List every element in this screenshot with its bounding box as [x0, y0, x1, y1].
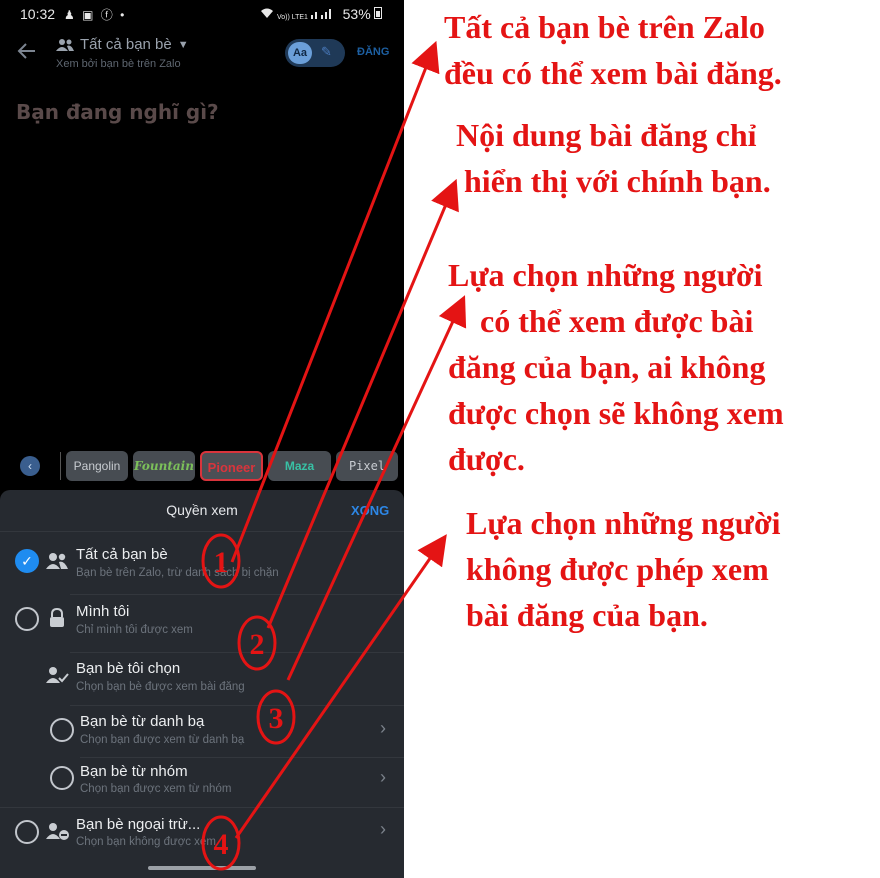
option-label: Bạn bè từ nhóm [80, 763, 188, 780]
signal-icon [311, 8, 338, 22]
font-chip-fountain[interactable]: Fountain [133, 451, 195, 481]
option-subtitle: Chọn bạn bè được xem bài đăng [76, 681, 245, 693]
option-label: Bạn bè từ danh bạ [80, 713, 205, 730]
option-selected-friends[interactable]: Bạn bè tôi chọn Chọn bạn bè được xem bài… [0, 656, 404, 704]
font-chip-maza[interactable]: Maza [268, 451, 331, 481]
post-header: Tất cả bạn bè ▼ Xem bởi bạn bè trên Zalo… [0, 30, 404, 76]
font-chip-pixel[interactable]: Pixel [336, 451, 398, 481]
divider [70, 705, 404, 706]
system-indicators: Vo)) LTE1 53% [260, 6, 382, 22]
lock-icon [48, 607, 70, 628]
annotation-3-text: Lựa chọn những người có thể xem được bài… [448, 257, 784, 477]
battery-level: 53% [342, 6, 371, 22]
radio-button[interactable] [15, 607, 39, 631]
divider [70, 594, 404, 595]
option-friends-from-groups[interactable]: Bạn bè từ nhóm Chọn bạn được xem từ nhóm… [0, 758, 404, 806]
option-subtitle: Chọn bạn được xem từ danh bạ [80, 734, 245, 746]
radio-button[interactable] [15, 820, 39, 844]
caret-down-icon: ▼ [177, 38, 189, 51]
status-bar: 10:32 ♟ ▣ ⓕ • Vo)) LTE1 53% [0, 0, 404, 30]
option-label: Tất cả bạn bè [76, 546, 168, 563]
audience-selector[interactable]: Tất cả bạn bè ▼ [56, 36, 189, 53]
audience-title: Tất cả bạn bè [80, 36, 172, 53]
user-check-icon [46, 666, 69, 686]
annotation-1-text: Tất cả bạn bè trên Zalo đều có thể xem b… [444, 9, 782, 91]
home-indicator [148, 866, 256, 870]
composer-placeholder[interactable]: Bạn đang nghĩ gì? [16, 100, 219, 124]
divider [70, 652, 404, 653]
option-all-friends[interactable]: ✓ Tất cả bạn bè Bạn bè trên Zalo, trừ da… [0, 540, 404, 592]
friends-icon [56, 38, 74, 52]
chevron-right-icon: › [380, 767, 386, 787]
pen-icon: ✎ [321, 44, 332, 59]
sheet-title: Quyền xem [166, 502, 238, 518]
user-minus-icon [46, 822, 69, 842]
check-icon[interactable]: ✓ [15, 549, 39, 573]
battery-icon [374, 7, 382, 22]
annotation-2-text: Nội dung bài đăng chỉ hiển thị với chính… [456, 117, 771, 199]
back-arrow-icon[interactable] [14, 38, 40, 64]
audience-subtitle: Xem bởi bạn bè trên Zalo [56, 58, 181, 70]
option-label: Bạn bè tôi chọn [76, 660, 181, 677]
option-subtitle: Chọn bạn được xem từ nhóm [80, 783, 232, 795]
text-style-label: Aa [288, 42, 312, 64]
notification-icons: ♟ ▣ ⓕ • [64, 8, 127, 22]
divider [0, 807, 404, 808]
option-friends-except[interactable]: Bạn bè ngoại trừ... Chọn bạn không được … [0, 810, 404, 858]
option-label: Mình tôi [76, 603, 130, 620]
font-style-bar: ‹ Pangolin Fountain Pioneer Maza Pixel [0, 448, 404, 482]
font-chip-pioneer[interactable]: Pioneer [200, 451, 263, 481]
friends-icon [46, 552, 68, 572]
carrier-label: Vo)) LTE1 [276, 14, 308, 21]
post-button[interactable]: ĐĂNG [357, 46, 389, 58]
phone-screen: 10:32 ♟ ▣ ⓕ • Vo)) LTE1 53% Tất cả bạn b… [0, 0, 404, 878]
wifi-icon [260, 8, 277, 22]
chevron-right-icon: › [380, 819, 386, 839]
status-time: 10:32 [20, 6, 56, 22]
font-chip-pangolin[interactable]: Pangolin [66, 451, 128, 481]
annotation-4-text: Lựa chọn những người không được phép xem… [466, 505, 781, 633]
radio-button[interactable] [50, 718, 74, 742]
chevron-right-icon: › [380, 718, 386, 738]
radio-button[interactable] [50, 766, 74, 790]
option-subtitle: Chỉ mình tôi được xem [76, 624, 193, 636]
text-style-toggle[interactable]: Aa ✎ [285, 39, 345, 67]
option-friends-from-contacts[interactable]: Bạn bè từ danh bạ Chọn bạn được xem từ d… [0, 708, 404, 756]
option-subtitle: Chọn bạn không được xem [76, 836, 216, 848]
done-button[interactable]: XONG [351, 503, 389, 518]
option-subtitle: Bạn bè trên Zalo, trừ danh sách bị chặn [76, 567, 279, 579]
option-only-me[interactable]: Mình tôi Chỉ mình tôi được xem [0, 598, 404, 650]
chevron-left-icon[interactable]: ‹ [20, 456, 40, 476]
sheet-divider [0, 531, 404, 532]
option-label: Bạn bè ngoại trừ... [76, 816, 201, 833]
font-divider [60, 452, 61, 480]
